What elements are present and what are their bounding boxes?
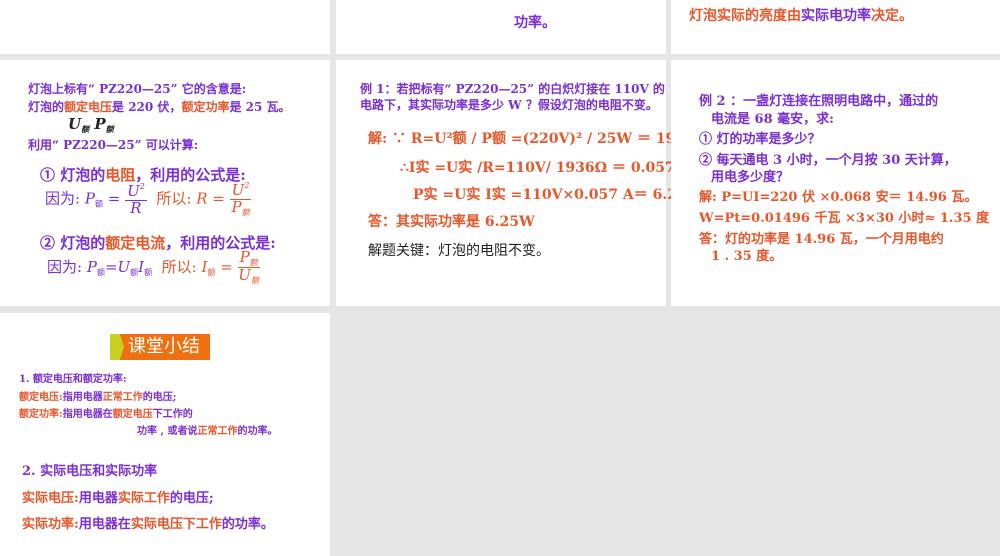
- heading-1: 1. 额定电压和额定功率:: [19, 374, 127, 385]
- slide-top-middle: 功率。: [336, 0, 666, 54]
- slide-top-right: 灯泡实际的亮度由实际电功率决定。: [671, 0, 1000, 54]
- solution-line: P实 =U实 I实 =110V×0.057 A＝ 6.25 W: [413, 187, 708, 203]
- question-line: 电流是 68 毫安，求:: [711, 112, 834, 127]
- slide-example-1: 例 1：若把标有“ PZ220—25” 的白炽灯接在 110V 的 电路下，其实…: [336, 60, 707, 306]
- solution-line: 解: P=UI=220 伏 ×0.068 安＝ 14.96 瓦。: [699, 190, 978, 205]
- rated-voltage-def: 额定电压:指用电器正常工作的电压;: [19, 392, 177, 403]
- text-line: 灯泡的额定电压是 220 伏，额定功率是 25 瓦。: [28, 100, 291, 114]
- text-line: 灯泡上标有“ PZ220—25” 它的含意是:: [28, 82, 247, 96]
- key-note: 解题关键：灯泡的电阻不变。: [368, 243, 550, 259]
- heading-2: 2. 实际电压和实际功率: [22, 464, 158, 479]
- answer-line: 1 . 35 度。: [711, 249, 783, 264]
- summary-badge: 课堂小结: [110, 334, 210, 360]
- answer-line: 答：其实际功率是 6.25W: [368, 214, 535, 230]
- symbols: U额 P额: [68, 115, 114, 134]
- slide-rated-meaning: 灯泡上标有“ PZ220—25” 它的含意是: 灯泡的额定电压是 220 伏，额…: [0, 60, 330, 306]
- question-line: 例 1：若把标有“ PZ220—25” 的白炽灯接在 110V 的: [360, 82, 665, 96]
- rated-power-def-cont: 功率 , 或者说正常工作的功率。: [137, 426, 278, 437]
- actual-voltage-def: 实际电压:用电器实际工作的电压;: [22, 491, 214, 506]
- slide-summary: 课堂小结 1. 额定电压和额定功率: 额定电压:指用电器正常工作的电压; 额定功…: [0, 313, 330, 556]
- question-line: 电路下，其实际功率是多少 W ？假设灯泡的电阻不变。: [360, 98, 658, 112]
- formula-resistance: 因为: P额 = U2 R 所以: R = U2 P额: [45, 181, 252, 217]
- question-line: ① 灯的功率是多少？: [699, 132, 821, 147]
- brightness-note: 灯泡实际的亮度由实际电功率决定。: [689, 8, 913, 24]
- actual-power-def: 实际功率:用电器在实际电压下工作的功率。: [22, 517, 274, 532]
- question-line: 用电多少度？: [711, 170, 790, 185]
- text-line: 利用“ PZ220—25” 可以计算:: [28, 138, 199, 152]
- formula-current: 因为: P额=U额I额 所以: I额 = P额 U额: [47, 248, 260, 286]
- solution-line: ∴I实 =U实 /R=110V/ 1936Ω ＝ 0.057 A: [400, 160, 691, 176]
- slide-top-left: [0, 0, 330, 54]
- slide-example-2: 例 2 ：一盏灯连接在照明电路中，通过的 电流是 68 毫安，求: ① 灯的功率…: [671, 60, 1000, 306]
- solution-line: 解: ∵ R=U²额 / P额 =(220V)² / 25W ＝ 1936Ω: [368, 131, 708, 147]
- solution-line: W=Pt=0.01496 千瓦 ×3×30 小时≈ 1.35 度: [699, 211, 990, 226]
- question-line: 例 2 ：一盏灯连接在照明电路中，通过的: [699, 94, 939, 109]
- rated-power-def: 额定功率:指用电器在额定电压下工作的: [19, 409, 193, 420]
- text-line: 功率。: [514, 15, 556, 31]
